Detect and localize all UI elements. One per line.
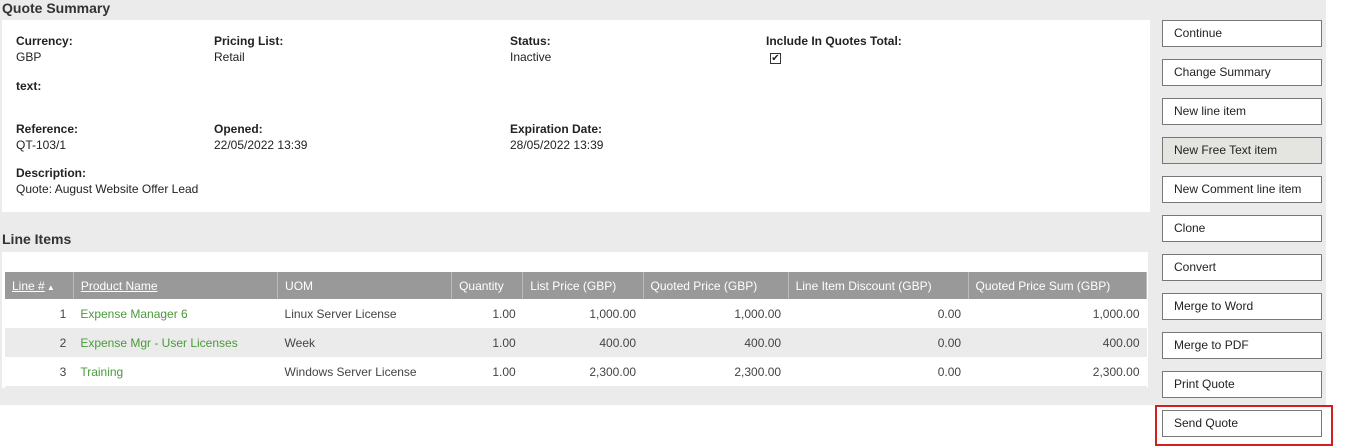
table-cell: 2: [5, 328, 74, 357]
column-header: Quoted Price (GBP): [643, 272, 789, 299]
print-quote-button[interactable]: Print Quote: [1162, 371, 1322, 398]
merge-to-pdf-button[interactable]: Merge to PDF: [1162, 332, 1322, 359]
pricing-list-field: Pricing List: Retail: [214, 34, 283, 64]
description-field: Description: Quote: August Website Offer …: [16, 166, 198, 196]
label: Include In Quotes Total:: [766, 34, 902, 48]
label: text:: [16, 79, 42, 93]
label: Status:: [510, 34, 551, 48]
table-cell: 400.00: [968, 328, 1147, 357]
currency-field: Currency: GBP: [16, 34, 73, 64]
table-cell: 0.00: [937, 306, 962, 321]
value: QT-103/1: [16, 138, 67, 152]
value: 28/05/2022 13:39: [510, 138, 604, 152]
table-cell: 400.00: [522, 328, 644, 357]
table-cell: 1,000.00: [589, 306, 637, 321]
product-link[interactable]: Expense Mgr - User Licenses: [73, 328, 278, 357]
table-cell: 1.00: [451, 328, 523, 357]
convert-button[interactable]: Convert: [1162, 254, 1322, 281]
quote-summary-panel: Currency: GBP Pricing List: Retail Status:…: [2, 20, 1150, 212]
send-quote-highlight: [1155, 405, 1333, 446]
label: Pricing List:: [214, 34, 284, 48]
label: Expiration Date:: [510, 122, 603, 136]
column-header: Quoted Price Sum (GBP): [968, 272, 1148, 299]
product-link[interactable]: Expense Manager 6: [73, 299, 277, 328]
value: GBP: [16, 50, 42, 64]
column-header: UOM: [277, 272, 453, 299]
value: Retail: [214, 50, 245, 64]
table-cell: 1: [59, 306, 67, 321]
table-cell: 1,000.00: [734, 306, 782, 321]
continue-button[interactable]: Continue: [1162, 20, 1322, 47]
value: 22/05/2022 13:39: [214, 138, 308, 152]
value: Quote: August Website Offer Lead: [16, 182, 199, 196]
column-header: Quantity: [451, 272, 524, 299]
column-header: Line Item Discount (GBP): [788, 272, 969, 299]
column-header[interactable]: Product Name: [73, 272, 279, 299]
table-cell: 0.00: [937, 364, 962, 379]
label: Reference:: [16, 122, 79, 136]
new-free-text-item-button[interactable]: New Free Text item: [1162, 137, 1322, 164]
table-cell: 400.00: [643, 328, 789, 357]
line-items-table: Line # ▲ Product Name UOM Quantity List Pric…: [5, 272, 1148, 403]
table-cell: 2,300.00: [1092, 364, 1140, 379]
text-field: text:: [16, 79, 41, 95]
sort-ascending-icon[interactable]: ▲: [45, 283, 55, 292]
product-link[interactable]: Training: [73, 357, 277, 386]
table-cell: 1.00: [492, 364, 516, 379]
include-total-field: Include In Quotes Total: ✔: [766, 34, 902, 64]
clone-button[interactable]: Clone: [1162, 215, 1322, 242]
table-cell: Week: [277, 328, 452, 357]
status-field: Status: Inactive: [510, 34, 551, 64]
table-cell: Linux Server License: [284, 306, 397, 321]
table-cell: 1,000.00: [1092, 306, 1140, 321]
table-row: 3 Training Windows Server License 1.00 2,300…: [5, 357, 1147, 386]
include-total-checkbox[interactable]: ✔: [770, 53, 781, 64]
label: Description:: [16, 166, 87, 180]
expiration-field: Expiration Date: 28/05/2022 13:39: [510, 122, 603, 152]
table-cell: 3: [59, 364, 67, 379]
quote-summary-heading: Quote Summary: [2, 0, 111, 16]
table-cell: 2,300.00: [589, 364, 637, 379]
line-items-heading: Line Items: [2, 231, 72, 247]
label: Currency:: [16, 34, 73, 48]
opened-field: Opened: 22/05/2022 13:39: [214, 122, 307, 152]
column-header: List Price (GBP): [522, 272, 644, 299]
table-cell: 2,300.00: [734, 364, 782, 379]
table-cell: Windows Server License: [284, 364, 417, 379]
table-row: 1 Expense Manager 6 Linux Server License 1.…: [5, 299, 1147, 328]
table-footer: [5, 386, 1147, 403]
change-summary-button[interactable]: Change Summary: [1162, 59, 1322, 86]
table-row: 2 Expense Mgr - User Licenses Week 1.00 400.…: [5, 328, 1147, 357]
reference-field: Reference: QT-103/1: [16, 122, 78, 152]
value: Inactive: [510, 50, 552, 64]
new-comment-line-item-button[interactable]: New Comment line item: [1162, 176, 1322, 203]
merge-to-word-button[interactable]: Merge to Word: [1162, 293, 1322, 320]
table-cell: 1.00: [492, 306, 516, 321]
new-line-item-button[interactable]: New line item: [1162, 98, 1322, 125]
table-cell: 0.00: [788, 328, 969, 357]
column-header[interactable]: Line # ▲: [5, 272, 74, 299]
label: Opened:: [214, 122, 263, 136]
